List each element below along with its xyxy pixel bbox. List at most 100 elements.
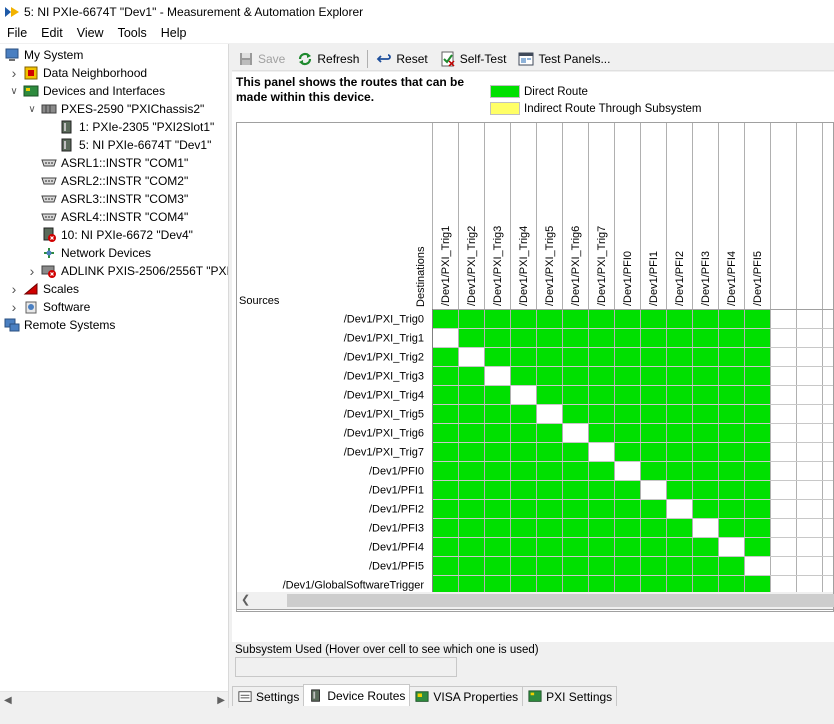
route-cell-direct[interactable] (459, 367, 484, 385)
route-cell-direct[interactable] (719, 462, 744, 480)
route-cell-direct[interactable] (511, 462, 536, 480)
route-cell-direct[interactable] (667, 367, 692, 385)
route-cell-direct[interactable] (537, 538, 562, 556)
route-cell-direct[interactable] (459, 500, 484, 518)
route-cell-none[interactable] (719, 538, 744, 556)
route-cell-direct[interactable] (615, 348, 640, 366)
route-cell-direct[interactable] (745, 329, 770, 347)
route-cell-direct[interactable] (433, 348, 458, 366)
route-cell-direct[interactable] (745, 538, 770, 556)
route-cell-direct[interactable] (511, 538, 536, 556)
route-cell-direct[interactable] (719, 348, 744, 366)
tree-item[interactable]: 5: NI PXIe-6674T "Dev1" (44, 136, 211, 154)
route-cell-direct[interactable] (641, 310, 666, 328)
scroll-left-arrow-icon[interactable]: ❮ (241, 593, 250, 606)
tree-item[interactable]: › Software (8, 298, 91, 316)
route-cell-direct[interactable] (511, 500, 536, 518)
route-cell-direct[interactable] (537, 481, 562, 499)
collapse-chevron-icon[interactable]: ∨ (8, 85, 20, 97)
route-cell-direct[interactable] (719, 557, 744, 575)
route-cell-direct[interactable] (563, 329, 588, 347)
route-cell-direct[interactable] (511, 576, 536, 594)
route-cell-direct[interactable] (511, 405, 536, 423)
route-cell-direct[interactable] (459, 386, 484, 404)
route-cell-direct[interactable] (511, 329, 536, 347)
route-cell-direct[interactable] (433, 576, 458, 594)
route-cell-direct[interactable] (641, 386, 666, 404)
route-cell-direct[interactable] (641, 424, 666, 442)
route-cell-direct[interactable] (589, 424, 614, 442)
route-cell-direct[interactable] (563, 538, 588, 556)
route-cell-direct[interactable] (719, 576, 744, 594)
route-cell-direct[interactable] (693, 576, 718, 594)
route-cell-none[interactable] (745, 557, 770, 575)
route-cell-direct[interactable] (563, 405, 588, 423)
refresh-button[interactable]: Refresh (291, 48, 365, 70)
route-cell-direct[interactable] (485, 538, 510, 556)
route-cell-direct[interactable] (745, 367, 770, 385)
menu-view[interactable]: View (70, 26, 111, 40)
expand-chevron-icon[interactable]: › (8, 65, 20, 81)
route-cell-direct[interactable] (589, 310, 614, 328)
route-cell-direct[interactable] (693, 329, 718, 347)
tree-item[interactable]: Network Devices (26, 244, 151, 262)
route-cell-direct[interactable] (563, 500, 588, 518)
route-cell-direct[interactable] (693, 424, 718, 442)
route-cell-direct[interactable] (459, 481, 484, 499)
route-cell-direct[interactable] (745, 481, 770, 499)
route-cell-direct[interactable] (615, 386, 640, 404)
route-cell-direct[interactable] (511, 519, 536, 537)
route-cell-direct[interactable] (537, 367, 562, 385)
route-cell-direct[interactable] (459, 310, 484, 328)
route-cell-direct[interactable] (667, 557, 692, 575)
menu-file[interactable]: File (0, 26, 34, 40)
route-cell-none[interactable] (667, 500, 692, 518)
route-cell-direct[interactable] (485, 462, 510, 480)
route-cell-none[interactable] (459, 348, 484, 366)
route-cell-direct[interactable] (667, 462, 692, 480)
tree-hscrollbar[interactable]: ◀ ▶ (0, 691, 228, 708)
route-cell-direct[interactable] (485, 348, 510, 366)
route-cell-none[interactable] (537, 405, 562, 423)
route-cell-direct[interactable] (511, 481, 536, 499)
tree-item[interactable]: 10: NI PXIe-6672 "Dev4" (26, 226, 193, 244)
route-cell-direct[interactable] (745, 500, 770, 518)
route-cell-direct[interactable] (589, 481, 614, 499)
route-cell-direct[interactable] (615, 424, 640, 442)
route-cell-direct[interactable] (719, 405, 744, 423)
route-cell-direct[interactable] (433, 386, 458, 404)
route-cell-direct[interactable] (745, 405, 770, 423)
route-cell-direct[interactable] (563, 348, 588, 366)
route-cell-direct[interactable] (433, 500, 458, 518)
route-cell-none[interactable] (641, 481, 666, 499)
route-cell-direct[interactable] (511, 424, 536, 442)
route-cell-direct[interactable] (485, 329, 510, 347)
tree-item[interactable]: ASRL2::INSTR "COM2" (26, 172, 188, 190)
route-cell-direct[interactable] (615, 519, 640, 537)
route-cell-direct[interactable] (641, 557, 666, 575)
route-cell-direct[interactable] (641, 519, 666, 537)
route-cell-direct[interactable] (745, 348, 770, 366)
route-cell-direct[interactable] (719, 424, 744, 442)
route-cell-direct[interactable] (667, 386, 692, 404)
route-cell-direct[interactable] (459, 329, 484, 347)
route-cell-direct[interactable] (589, 519, 614, 537)
route-cell-direct[interactable] (511, 367, 536, 385)
route-cell-direct[interactable] (537, 310, 562, 328)
collapse-chevron-icon[interactable]: ∨ (26, 103, 38, 115)
route-cell-direct[interactable] (537, 424, 562, 442)
route-cell-direct[interactable] (433, 367, 458, 385)
route-cell-none[interactable] (693, 519, 718, 537)
route-cell-direct[interactable] (667, 405, 692, 423)
route-cell-direct[interactable] (719, 443, 744, 461)
route-cell-none[interactable] (485, 367, 510, 385)
route-cell-none[interactable] (589, 443, 614, 461)
route-cell-direct[interactable] (615, 329, 640, 347)
tree-item[interactable]: Remote Systems (4, 316, 115, 334)
route-cell-direct[interactable] (693, 367, 718, 385)
expand-chevron-icon[interactable]: › (8, 281, 20, 297)
tree-item[interactable]: ASRL1::INSTR "COM1" (26, 154, 188, 172)
route-cell-direct[interactable] (589, 329, 614, 347)
route-cell-direct[interactable] (589, 367, 614, 385)
route-cell-direct[interactable] (667, 348, 692, 366)
